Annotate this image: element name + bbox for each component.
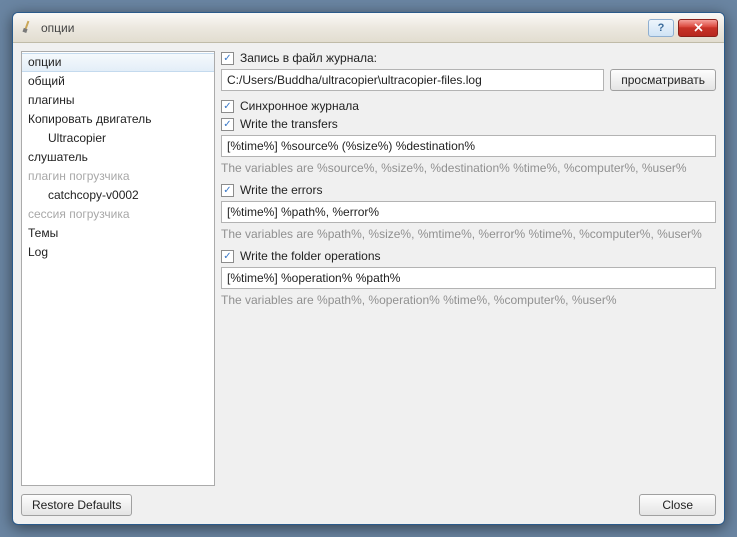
sidebar-item-general[interactable]: общий [22, 72, 214, 91]
sidebar-item-copyengine[interactable]: Копировать двигатель [22, 110, 214, 129]
sync-row: Синхронное журнала [221, 99, 716, 113]
log-path-row: просматривать [221, 69, 716, 91]
restore-defaults-button[interactable]: Restore Defaults [21, 494, 132, 516]
transfers-format-input[interactable] [221, 135, 716, 157]
write-folder-checkbox[interactable] [221, 250, 234, 263]
write-transfers-label: Write the transfers [240, 117, 338, 131]
sync-checkbox[interactable] [221, 100, 234, 113]
write-log-checkbox[interactable] [221, 52, 234, 65]
sidebar-item-catchcopy[interactable]: catchcopy-v0002 [22, 186, 214, 205]
footer: Restore Defaults Close [13, 494, 724, 524]
sidebar-item-log[interactable]: Log [22, 243, 214, 262]
titlebar: опции ? [13, 13, 724, 43]
content-panel: Запись в файл журнала: просматривать Син… [221, 51, 716, 486]
window-buttons: ? [648, 19, 718, 37]
write-folder-label: Write the folder operations [240, 249, 381, 263]
help-button[interactable]: ? [648, 19, 674, 37]
window-title: опции [41, 21, 648, 35]
app-icon [19, 20, 35, 36]
close-button[interactable]: Close [639, 494, 716, 516]
write-folder-row: Write the folder operations [221, 249, 716, 263]
sidebar-item-themes[interactable]: Темы [22, 224, 214, 243]
errors-hint: The variables are %path%, %size%, %mtime… [221, 227, 716, 241]
transfers-hint: The variables are %source%, %size%, %des… [221, 161, 716, 175]
folder-hint: The variables are %path%, %operation% %t… [221, 293, 716, 307]
write-errors-label: Write the errors [240, 183, 322, 197]
close-window-button[interactable] [678, 19, 718, 37]
write-log-label: Запись в файл журнала: [240, 51, 377, 65]
sidebar-item-options[interactable]: опции [22, 53, 214, 72]
sync-label: Синхронное журнала [240, 99, 359, 113]
sidebar-item-listener[interactable]: слушатель [22, 148, 214, 167]
write-transfers-checkbox[interactable] [221, 118, 234, 131]
body: опции общий плагины Копировать двигатель… [13, 43, 724, 494]
browse-button[interactable]: просматривать [610, 69, 716, 91]
folder-format-input[interactable] [221, 267, 716, 289]
errors-format-input[interactable] [221, 201, 716, 223]
options-window: опции ? опции общий плагины Копировать д… [12, 12, 725, 525]
write-transfers-row: Write the transfers [221, 117, 716, 131]
write-log-row: Запись в файл журнала: [221, 51, 716, 65]
sidebar-item-pluginloader: плагин погрузчика [22, 167, 214, 186]
write-errors-row: Write the errors [221, 183, 716, 197]
sidebar[interactable]: опции общий плагины Копировать двигатель… [21, 51, 215, 486]
sidebar-item-ultracopier[interactable]: Ultracopier [22, 129, 214, 148]
sidebar-item-plugins[interactable]: плагины [22, 91, 214, 110]
sidebar-item-sessionloader: сессия погрузчика [22, 205, 214, 224]
log-path-input[interactable] [221, 69, 604, 91]
write-errors-checkbox[interactable] [221, 184, 234, 197]
